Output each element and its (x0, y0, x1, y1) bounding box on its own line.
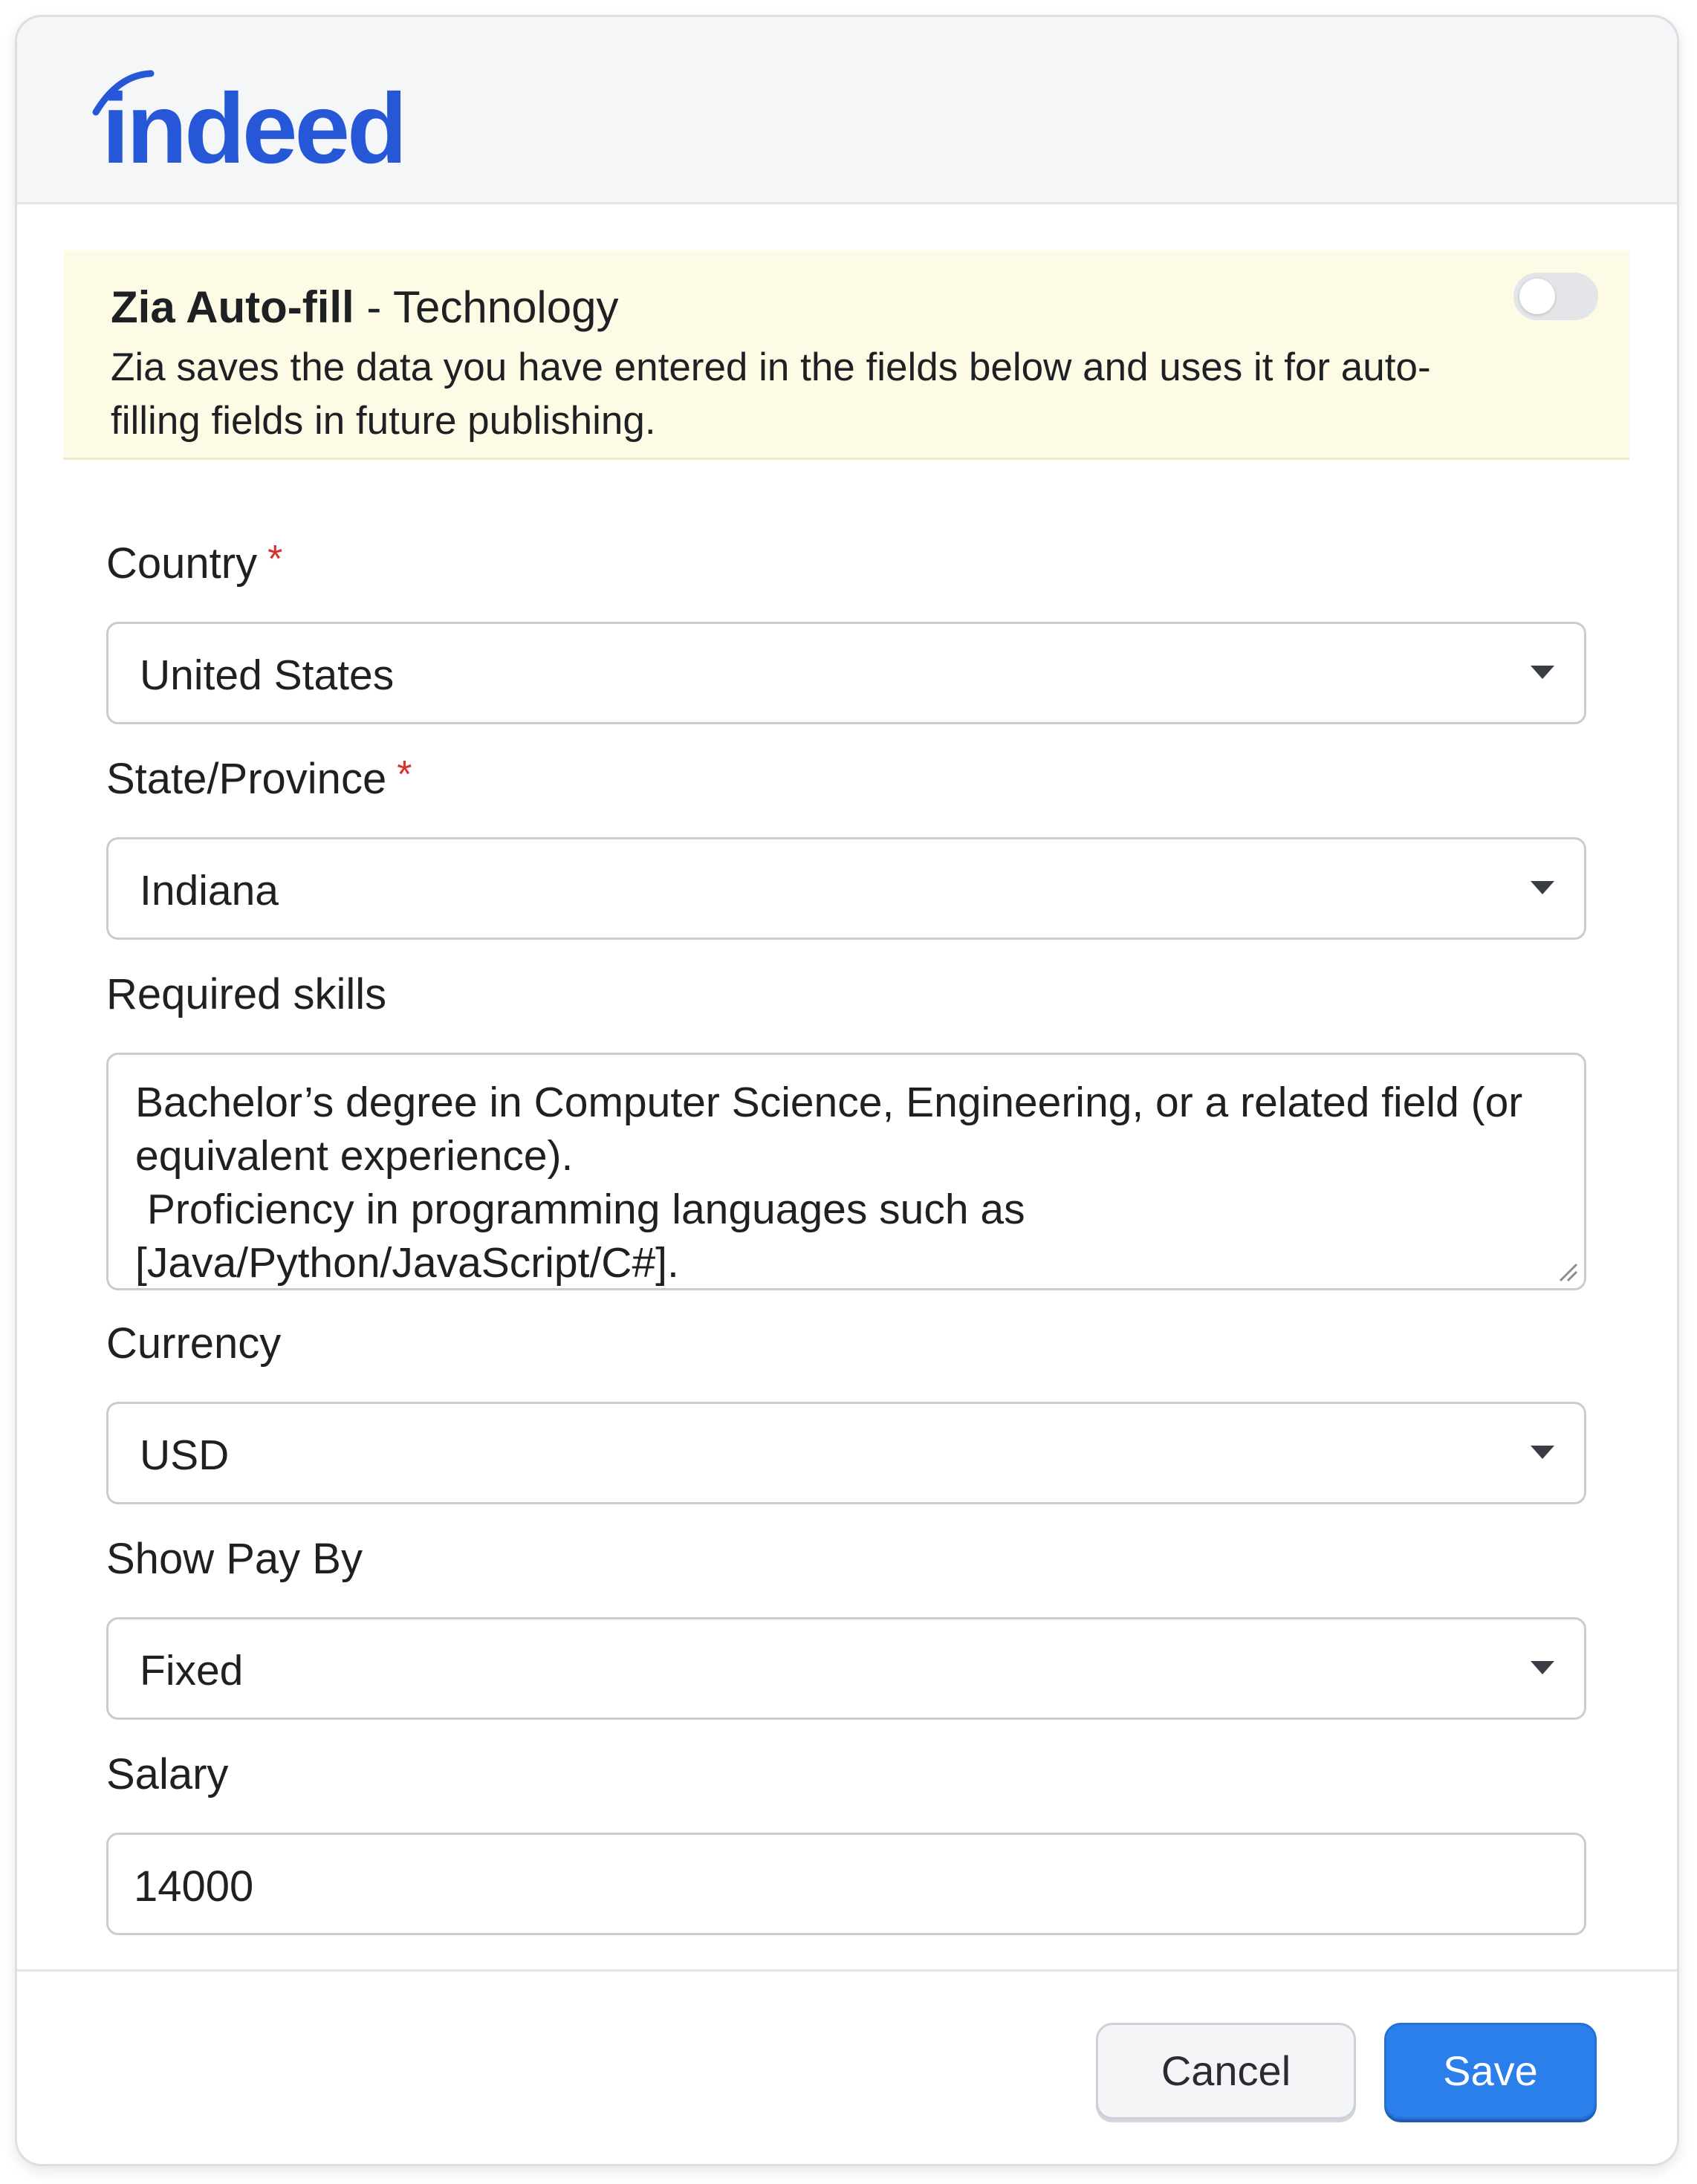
skills-textarea-value: Bachelor’s degree in Computer Science, E… (135, 1079, 1523, 1287)
zia-autofill-toggle[interactable] (1513, 273, 1598, 320)
autofill-dialog: indeed Zia Auto-fill - Technology Zia sa… (15, 15, 1679, 2166)
country-label-text: Country (106, 539, 258, 588)
salary-input[interactable]: 14000 (106, 1833, 1586, 1935)
currency-label: Currency (106, 1319, 282, 1368)
required-marker: * (267, 538, 283, 581)
dialog-header: indeed (17, 17, 1677, 204)
pay-by-select[interactable]: Fixed (106, 1617, 1586, 1720)
save-button[interactable]: Save (1384, 2023, 1597, 2119)
indeed-logo: indeed (88, 60, 400, 172)
pay-by-label: Show Pay By (106, 1535, 363, 1583)
required-marker: * (397, 753, 412, 796)
currency-select-value: USD (140, 1431, 230, 1479)
state-label-text: State/Province (106, 755, 387, 803)
cancel-button[interactable]: Cancel (1096, 2023, 1356, 2119)
zia-autofill-banner: Zia Auto-fill - Technology Zia saves the… (63, 250, 1629, 460)
logo-text: indeed (102, 74, 400, 172)
state-select-value: Indiana (140, 867, 279, 914)
chevron-down-icon (1531, 881, 1554, 894)
resize-handle-icon[interactable] (1557, 1261, 1580, 1284)
pay-by-select-value: Fixed (140, 1647, 244, 1694)
zia-title: Zia Auto-fill - Technology (111, 282, 619, 333)
salary-label: Salary (106, 1750, 229, 1798)
footer-divider (17, 1969, 1677, 1972)
country-label: Country * (106, 538, 283, 588)
country-select-value: United States (140, 651, 395, 699)
currency-select[interactable]: USD (106, 1402, 1586, 1504)
zia-description: Zia saves the data you have entered in t… (111, 345, 1431, 443)
salary-input-value: 14000 (134, 1862, 254, 1911)
chevron-down-icon (1531, 1661, 1554, 1674)
state-select[interactable]: Indiana (106, 837, 1586, 940)
zia-title-name: Zia Auto-fill (111, 282, 354, 332)
skills-textarea[interactable]: Bachelor’s degree in Computer Science, E… (106, 1053, 1586, 1290)
toggle-knob (1519, 279, 1555, 314)
zia-title-category: - Technology (354, 282, 619, 332)
chevron-down-icon (1531, 666, 1554, 679)
country-select[interactable]: United States (106, 622, 1586, 724)
skills-label: Required skills (106, 970, 387, 1018)
chevron-down-icon (1531, 1446, 1554, 1459)
state-label: State/Province * (106, 753, 412, 804)
